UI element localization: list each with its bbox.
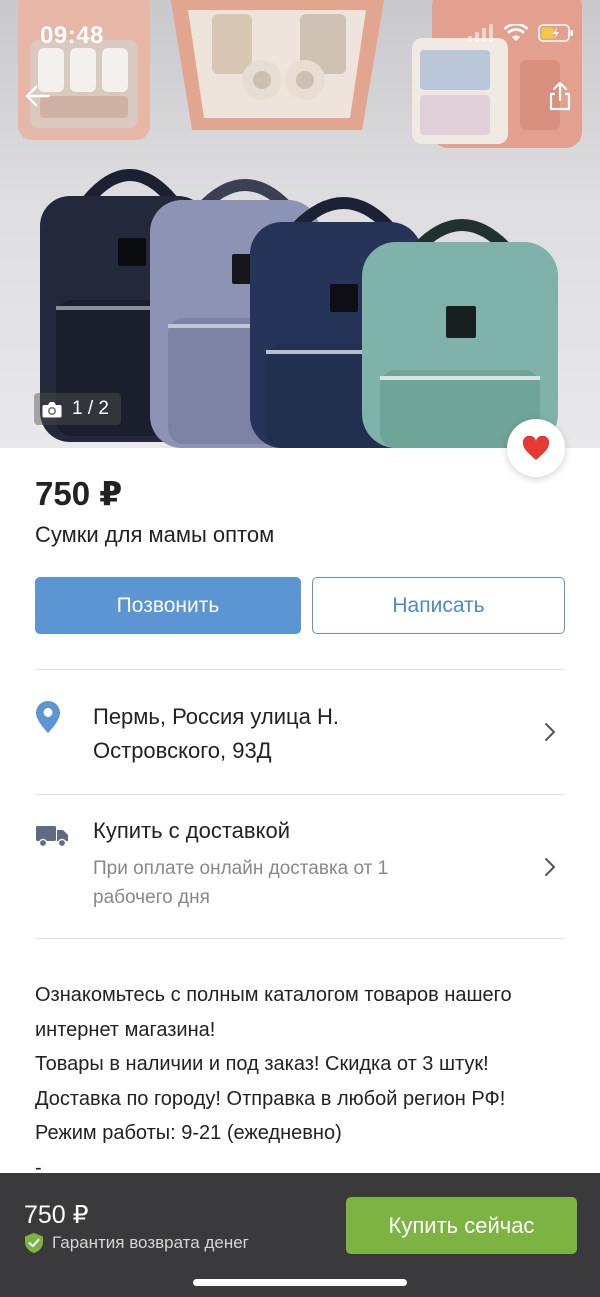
share-icon — [549, 81, 571, 111]
divider — [35, 669, 565, 670]
buy-now-button[interactable]: Купить сейчас — [346, 1197, 577, 1254]
description-line: Режим работы: 9-21 (ежедневно) — [35, 1122, 342, 1144]
delivery-subtitle-line: рабочего дня — [93, 887, 210, 908]
location-address-line: Островского, 93Д — [93, 738, 272, 763]
battery-icon — [538, 24, 573, 42]
photo-counter: 1 / 2 — [34, 393, 121, 425]
location-row[interactable]: Пермь, Россия улица Н. Островского, 93Д — [0, 700, 600, 766]
product-photo-gallery[interactable]: 09:48 1 / 2 — [0, 0, 600, 448]
delivery-title: Купить с доставкой — [93, 818, 291, 843]
home-indicator — [193, 1279, 407, 1286]
write-message-button[interactable]: Написать — [312, 577, 565, 634]
status-bar: 09:48 — [0, 0, 600, 70]
bottom-purchase-bar: 750 ₽ Гарантия возврата денег Купить сей… — [0, 1173, 600, 1297]
delivery-row[interactable]: Купить с доставкой При оплате онлайн дос… — [0, 818, 600, 918]
chevron-right-icon — [545, 723, 555, 741]
status-icons — [468, 24, 574, 42]
divider — [35, 938, 565, 939]
money-back-guarantee: Гарантия возврата денег — [24, 1232, 249, 1254]
delivery-subtitle: При оплате онлайн доставка от 1 рабочего… — [93, 854, 473, 912]
bottom-price: 750 ₽ — [24, 1201, 89, 1229]
listing-price: 750 ₽ — [35, 475, 123, 512]
signal-icon — [468, 24, 493, 42]
guarantee-text: Гарантия возврата денег — [52, 1233, 249, 1252]
description-line: интернет магазина! — [35, 1018, 216, 1041]
share-button[interactable] — [542, 78, 578, 114]
map-pin-icon — [36, 701, 60, 733]
delivery-subtitle-line: При оплате онлайн доставка от 1 — [93, 858, 389, 879]
status-time: 09:48 — [40, 22, 104, 49]
location-address: Пермь, Россия улица Н. Островского, 93Д — [93, 700, 493, 768]
listing-description: Ознакомьтесь с полным каталогом товаров … — [35, 978, 575, 1185]
listing-title: Сумки для мамы оптом — [35, 522, 275, 547]
description-line: Товары в наличии и под заказ! Скидка от … — [35, 1053, 489, 1075]
description-line: Ознакомьтесь с полным каталогом товаров … — [35, 984, 512, 1006]
truck-icon — [36, 826, 68, 848]
call-button[interactable]: Позвонить — [35, 577, 301, 634]
wifi-icon — [504, 24, 528, 41]
back-button[interactable] — [20, 78, 56, 114]
arrow-left-icon — [25, 85, 51, 107]
location-address-line: Пермь, Россия улица Н. — [93, 704, 339, 729]
chevron-right-icon — [545, 858, 555, 876]
shield-check-icon — [25, 1233, 43, 1253]
heart-icon — [522, 435, 550, 460]
favorite-button[interactable] — [507, 419, 565, 477]
camera-icon — [42, 401, 62, 417]
photo-counter-text: 1 / 2 — [72, 398, 109, 419]
description-line: Доставка по городу! Отправка в любой рег… — [35, 1087, 506, 1110]
backpack-mint — [362, 219, 558, 448]
divider — [35, 794, 565, 795]
